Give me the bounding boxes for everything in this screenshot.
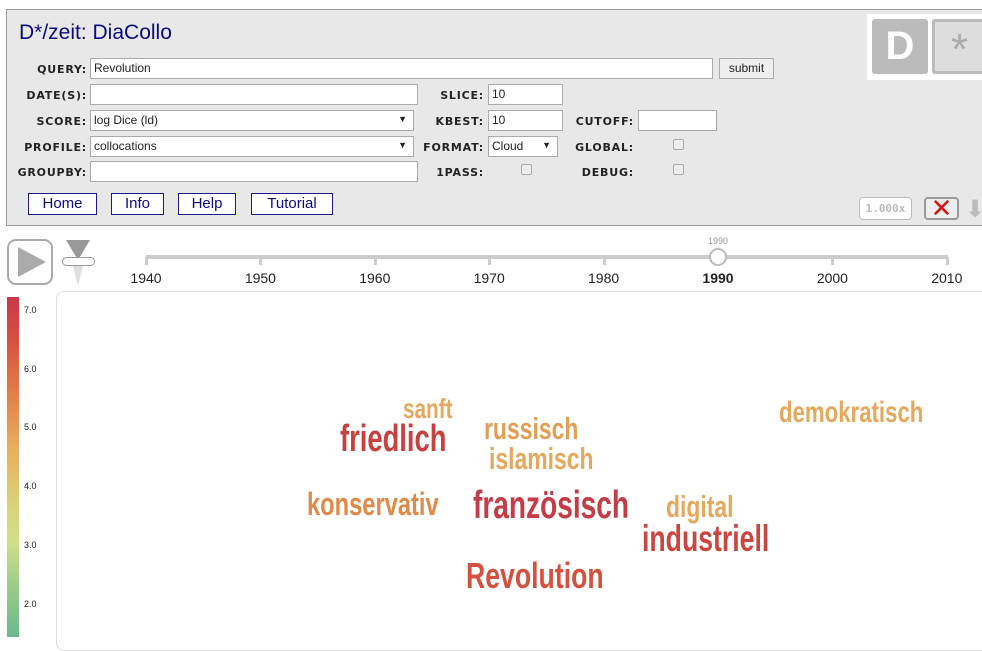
dstar-logo[interactable]: D * [867,14,982,80]
timeline-track[interactable] [146,255,948,259]
groupby-input[interactable] [90,161,418,182]
timeline-handle[interactable] [709,248,727,266]
dates-label: DATE(S): [26,89,87,102]
timeline-year-label[interactable]: 1940 [121,270,171,286]
cutoff-input[interactable] [638,110,717,131]
format-select[interactable]: Cloud [488,136,558,157]
format-label: FORMAT: [423,141,484,154]
color-scale-label: 5.0 [24,422,37,433]
tutorial-link[interactable]: Tutorial [251,193,333,215]
kbest-label: KBEST: [435,115,484,128]
timeline-tick [488,257,492,265]
color-scale-bar [7,297,19,637]
submit-button[interactable]: submit [719,58,774,79]
help-link[interactable]: Help [178,193,236,215]
timeline-tick [259,257,263,265]
color-scale-label: 4.0 [24,481,37,492]
format-value: Cloud [492,139,524,153]
profile-select[interactable]: collocations [90,136,414,157]
timeline-year-label[interactable]: 1950 [235,270,285,286]
groupby-label: GROUPBY: [17,166,87,179]
query-label: QUERY: [37,63,87,76]
timeline-year-label[interactable]: 1960 [350,270,400,286]
asterisk-logo-icon: * [932,19,982,74]
profile-value: collocations [94,139,157,153]
play-button[interactable] [7,239,53,285]
page-title: D*/zeit: DiaCollo [19,21,172,44]
cloud-word[interactable]: demokratisch [779,398,923,428]
clear-icon[interactable]: ✕ [924,195,959,221]
kbest-input[interactable]: 10 [488,110,563,131]
cloud-word[interactable]: islamisch [489,443,594,474]
slice-input[interactable]: 10 [488,84,563,105]
timeline-tick [945,257,949,265]
debug-label: DEBUG: [581,166,634,179]
cloud-word[interactable]: konservativ [307,488,439,520]
color-scale-label: 3.0 [24,539,37,550]
score-label: SCORE: [36,115,87,128]
color-scale-label: 2.0 [24,598,37,609]
timeline-year-label[interactable]: 1990 [693,270,743,286]
dates-input[interactable] [90,84,418,105]
timeline-year-label[interactable]: 1980 [579,270,629,286]
slice-label: SLICE: [440,89,484,102]
cutoff-label: CUTOFF: [575,115,634,128]
timeline-year-label[interactable]: 2010 [922,270,972,286]
query-panel: D*/zeit: DiaCollo QUERY: Revolution subm… [6,9,982,226]
profile-label: PROFILE: [24,141,87,154]
score-select[interactable]: log Dice (ld) [90,110,414,131]
global-checkbox[interactable] [673,139,684,150]
selected-year-tooltip: 1990 [707,236,729,246]
score-value: log Dice (ld) [94,113,159,127]
timeline-tick [373,257,377,265]
download-icon[interactable]: ⬇ [965,195,982,223]
timeline-tick [831,257,835,265]
cloud-word[interactable]: friedlich [340,420,446,458]
play-icon [18,247,46,277]
cloud-word[interactable]: russisch [484,413,578,444]
home-link[interactable]: Home [28,193,97,215]
onepass-label: 1PASS: [436,166,484,179]
debug-checkbox[interactable] [673,164,684,175]
d-logo-icon: D [872,19,928,74]
cloud-word[interactable]: französisch [473,486,629,525]
timeline-year-label[interactable]: 2000 [807,270,857,286]
cloud-word[interactable]: Revolution [466,558,604,594]
query-input[interactable]: Revolution [90,58,713,79]
timeline-tick [145,257,148,265]
pin-icon[interactable] [62,240,95,286]
info-link[interactable]: Info [111,193,164,215]
color-scale-label: 7.0 [24,305,37,315]
timeline-tick [602,257,606,265]
global-label: GLOBAL: [575,141,634,154]
onepass-checkbox[interactable] [521,164,532,175]
cloud-word[interactable]: industriell [642,520,769,557]
zoom-level-button[interactable]: 1.000x [859,197,912,220]
color-scale-label: 6.0 [24,363,37,374]
timeline-year-label[interactable]: 1970 [464,270,514,286]
